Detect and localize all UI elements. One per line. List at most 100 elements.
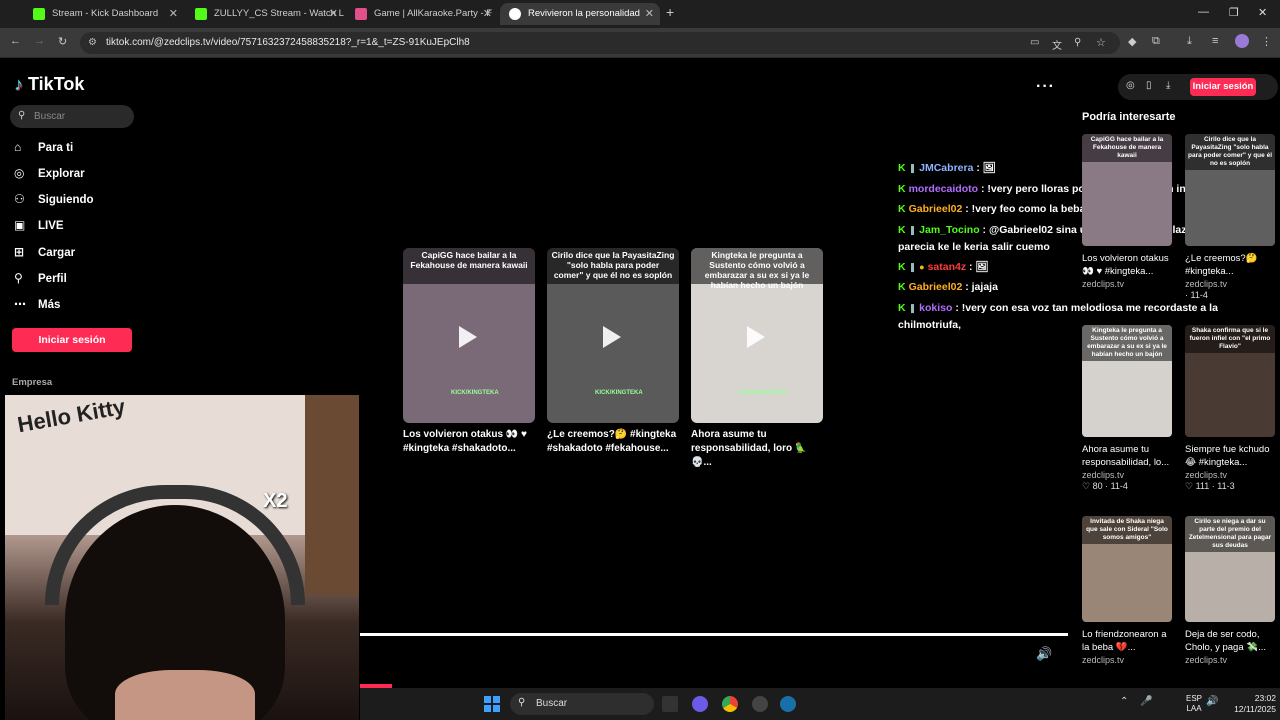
reload-icon[interactable]: ↻ bbox=[58, 35, 67, 48]
recommended-thumbnail: Kingteka le pregunta a Sustento cómo vol… bbox=[1082, 325, 1172, 437]
new-tab-button[interactable]: + bbox=[666, 4, 674, 20]
download-app-icon[interactable]: ⤓ bbox=[1166, 80, 1170, 91]
volume-tray-icon[interactable]: 🔊 bbox=[1206, 696, 1218, 707]
kick-badge-icon: K bbox=[898, 281, 906, 293]
minimize-window-icon[interactable]: — bbox=[1198, 6, 1209, 18]
nav-item-explorar[interactable]: ◎ Explorar bbox=[14, 166, 85, 186]
chat-message: K ❚ kokiso : !very con esa voz tan melodio… bbox=[898, 302, 1218, 314]
browser-tab-zullyy-stream[interactable]: ZULLYY_CS Stream - Watch Live ✕ bbox=[186, 3, 344, 25]
restore-window-icon[interactable]: ❐ bbox=[1229, 6, 1239, 19]
chat-badge-icon: ❚ bbox=[908, 163, 917, 173]
language-indicator[interactable]: ESP LAA bbox=[1186, 694, 1202, 714]
tiktok-logo[interactable]: ♪ TikTok bbox=[14, 74, 84, 95]
streamer-face bbox=[115, 670, 255, 720]
search-input[interactable]: ⚲ Buscar bbox=[10, 105, 134, 128]
windows-start-icon[interactable] bbox=[484, 696, 500, 712]
close-tab-icon[interactable]: ✕ bbox=[483, 3, 492, 25]
recommended-thumbnail: Shaka confirma que si le fueron infiel c… bbox=[1185, 325, 1275, 437]
nav-item-siguiendo[interactable]: ⚇ Siguiendo bbox=[14, 192, 94, 212]
video-caption-3[interactable]: Ahora asume tu responsabilidad, loro 🦜 💀… bbox=[691, 428, 827, 470]
chat-badge-icon: ❚ bbox=[908, 303, 917, 313]
recommended-item[interactable]: Invitada de Shaka niega que sale con Sid… bbox=[1082, 516, 1172, 665]
video-card-2[interactable]: Cirilo dice que la PayasitaZing "solo ha… bbox=[547, 248, 679, 423]
kick-badge-icon: K bbox=[898, 183, 906, 195]
upload-icon: ⊞ bbox=[14, 245, 25, 259]
recommended-item[interactable]: Cirilo se niega a dar su parte del premi… bbox=[1185, 516, 1275, 665]
device-icon[interactable]: ▯ bbox=[1146, 80, 1152, 91]
nav-item-cargar[interactable]: ⊞ Cargar bbox=[14, 245, 75, 265]
close-tab-icon[interactable]: ✕ bbox=[169, 3, 178, 25]
discord-icon[interactable] bbox=[692, 696, 708, 712]
taskbar-search-input[interactable]: ⚲ Buscar bbox=[510, 693, 654, 715]
nav-item-mas[interactable]: ⋯ Más bbox=[14, 297, 60, 317]
live-icon: ▣ bbox=[14, 218, 26, 232]
header-login-button[interactable]: Iniciar sesión bbox=[1190, 78, 1256, 96]
search-icon: ⚲ bbox=[518, 697, 526, 708]
video-caption-2[interactable]: ¿Le creemos?🤔 #kingteka #shakadoto #feka… bbox=[547, 428, 683, 456]
back-icon[interactable]: ← bbox=[10, 35, 21, 47]
tray-chevron-icon[interactable]: ⌃ bbox=[1120, 696, 1128, 707]
microphone-icon[interactable]: 🎤 bbox=[1140, 696, 1152, 707]
video-progress-bar[interactable] bbox=[360, 633, 1068, 636]
browser-menu-icon[interactable]: ⋮ bbox=[1261, 35, 1272, 48]
chat-message: K ❚ JMCabrera : 🖼 bbox=[898, 162, 997, 174]
close-tab-icon[interactable]: ✕ bbox=[329, 3, 338, 25]
multiplier-badge: X2 bbox=[263, 490, 288, 512]
video-caption-1[interactable]: Los volvieron otakus 👀 ♥ #kingteka #shak… bbox=[403, 428, 539, 456]
webcam-door bbox=[305, 395, 359, 595]
extension-icon[interactable]: ◆ bbox=[1128, 35, 1136, 48]
kick-favicon-icon bbox=[33, 8, 45, 20]
zoom-icon[interactable]: ⚲ bbox=[1074, 37, 1081, 48]
translate-icon[interactable]: 文 bbox=[1052, 37, 1062, 52]
browser-tab-kick-dashboard[interactable]: Stream - Kick Dashboard ✕ bbox=[24, 3, 184, 25]
nav-item-live[interactable]: ▣ LIVE bbox=[14, 218, 64, 238]
coin-icon[interactable]: ◎ bbox=[1126, 80, 1135, 91]
forward-icon[interactable]: → bbox=[34, 35, 45, 47]
recommended-thumbnail: Cirilo se niega a dar su parte del premi… bbox=[1185, 516, 1275, 622]
recommended-item[interactable]: Cirilo dice que la PayasitaZing "solo ha… bbox=[1185, 134, 1275, 300]
windows-taskbar: ⚲ Buscar ⌃ 🎤 ESP LAA 🔊 23:02 12/11/2025 bbox=[360, 688, 1280, 720]
play-icon bbox=[459, 326, 477, 348]
kick-badge-icon: K bbox=[898, 162, 906, 174]
chrome-icon[interactable] bbox=[722, 696, 738, 712]
bookmark-star-icon[interactable]: ☆ bbox=[1096, 36, 1106, 49]
profile-icon: ⚲ bbox=[14, 271, 23, 285]
gift-badge-icon: ● bbox=[919, 262, 925, 272]
browser-tab-allkaraoke[interactable]: Game | AllKaraoke.Party - F ✕ bbox=[346, 3, 498, 25]
following-icon: ⚇ bbox=[14, 192, 25, 206]
chat-badge-icon: ❚ bbox=[908, 225, 917, 235]
chat-message: K Gabrieel02 : jajaja bbox=[898, 281, 998, 293]
recommended-item[interactable]: Kingteka le pregunta a Sustento cómo vol… bbox=[1082, 325, 1172, 492]
nav-item-para-ti[interactable]: ⌂ Para ti bbox=[14, 140, 73, 160]
profile-avatar[interactable] bbox=[1235, 34, 1249, 48]
kick-favicon-icon bbox=[195, 8, 207, 20]
recommended-thumbnail: CapiGG hace bailar a la Fekahouse de man… bbox=[1082, 134, 1172, 246]
recommended-thumbnail: Cirilo dice que la PayasitaZing "solo ha… bbox=[1185, 134, 1275, 246]
kick-badge-icon: K bbox=[898, 224, 906, 236]
video-card-1[interactable]: CapiGG hace bailar a la Fekahouse de man… bbox=[403, 248, 535, 423]
extensions-puzzle-icon[interactable]: ⧉ bbox=[1152, 35, 1160, 48]
recommended-item[interactable]: Shaka confirma que si le fueron infiel c… bbox=[1185, 325, 1275, 492]
search-icon: ⚲ bbox=[18, 110, 26, 121]
browser-tab-tiktok-active[interactable]: Revivieron la personalidad ✕ bbox=[500, 3, 660, 25]
recommended-item[interactable]: CapiGG hace bailar a la Fekahouse de man… bbox=[1082, 134, 1172, 289]
home-icon: ⌂ bbox=[14, 140, 22, 154]
task-view-icon[interactable] bbox=[662, 696, 678, 712]
video-card-3[interactable]: Kingteka le pregunta a Sustento cómo vol… bbox=[691, 248, 823, 423]
obs-icon[interactable] bbox=[752, 696, 768, 712]
system-clock[interactable]: 23:02 12/11/2025 bbox=[1226, 693, 1276, 715]
close-tab-icon[interactable]: ✕ bbox=[645, 3, 654, 25]
address-bar[interactable]: ⚙ tiktok.com/@zedclips.tv/video/75716323… bbox=[80, 32, 1120, 54]
close-window-icon[interactable]: ✕ bbox=[1258, 6, 1267, 19]
recommended-title: Podría interesarte bbox=[1082, 111, 1176, 123]
install-app-icon[interactable]: ▭ bbox=[1030, 37, 1039, 48]
media-controls-icon[interactable]: ≡ bbox=[1212, 35, 1218, 47]
volume-icon[interactable]: 🔊 bbox=[1036, 646, 1052, 662]
site-info-icon[interactable]: ⚙ bbox=[88, 37, 97, 48]
more-options-icon[interactable]: ··· bbox=[1036, 78, 1055, 96]
nav-item-perfil[interactable]: ⚲ Perfil bbox=[14, 271, 67, 291]
steam-icon[interactable] bbox=[780, 696, 796, 712]
download-icon[interactable]: ⤓ bbox=[1187, 35, 1192, 48]
login-button[interactable]: Iniciar sesión bbox=[12, 328, 132, 352]
karaoke-favicon-icon bbox=[355, 8, 367, 20]
